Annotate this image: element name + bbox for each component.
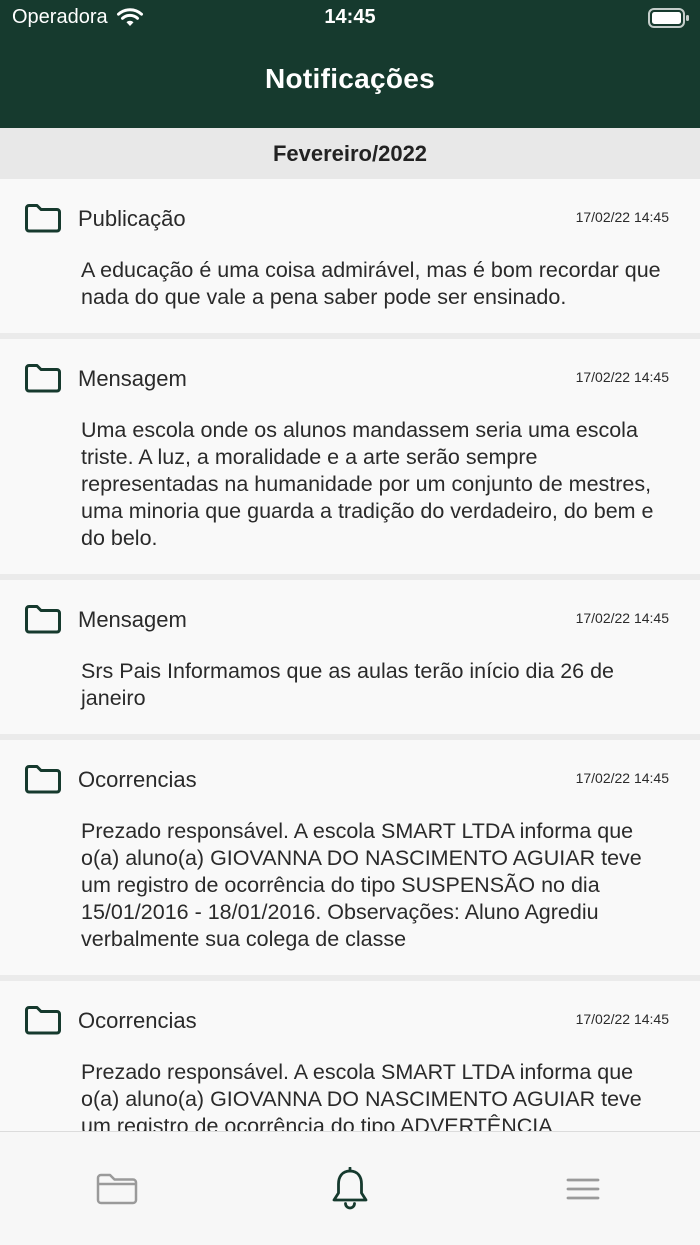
folder-icon <box>25 605 61 634</box>
notification-card[interactable]: Ocorrencias 17/02/22 14:45 Prezado respo… <box>0 740 700 975</box>
folder-icon <box>25 364 61 393</box>
folder-icon <box>25 204 61 233</box>
folder-icon <box>96 1173 138 1205</box>
notification-date: 17/02/22 14:45 <box>575 209 669 225</box>
tab-menu[interactable] <box>553 1164 613 1214</box>
notification-date: 17/02/22 14:45 <box>575 1011 669 1027</box>
notification-card[interactable]: Mensagem 17/02/22 14:45 Srs Pais Informa… <box>0 580 700 734</box>
notification-text: Prezado responsável. A escola SMART LTDA… <box>81 1060 642 1131</box>
notification-date: 17/02/22 14:45 <box>575 770 669 786</box>
notification-card[interactable]: Publicação 17/02/22 14:45 A educação é u… <box>0 179 700 333</box>
menu-icon <box>566 1178 600 1200</box>
page-title: Notificações <box>264 63 436 94</box>
notification-date: 17/02/22 14:45 <box>575 369 669 385</box>
folder-icon <box>25 765 61 794</box>
tab-documents[interactable] <box>87 1164 147 1214</box>
notification-text: A educação é uma coisa admirável, mas é … <box>81 258 661 309</box>
month-section-header: Fevereiro/2022 <box>0 128 700 179</box>
status-time: 14:45 <box>324 6 376 28</box>
tab-notifications[interactable] <box>320 1164 380 1214</box>
battery-icon <box>648 8 690 33</box>
bell-icon <box>332 1167 368 1210</box>
app-header: Operadora 14:45 Notificações <box>0 0 700 128</box>
folder-icon <box>25 1006 61 1035</box>
notification-date: 17/02/22 14:45 <box>575 610 669 626</box>
notification-card[interactable]: Mensagem 17/02/22 14:45 Uma escola onde … <box>0 339 700 574</box>
tab-bar <box>0 1131 700 1245</box>
notification-text: Srs Pais Informamos que as aulas terão i… <box>81 659 615 710</box>
notification-text: Prezado responsável. A escola SMART LTDA… <box>81 819 642 951</box>
notification-card[interactable]: Ocorrencias 17/02/22 14:45 Prezado respo… <box>0 981 700 1131</box>
notification-list[interactable]: Publicação 17/02/22 14:45 A educação é u… <box>0 179 700 1131</box>
notification-text: Uma escola onde os alunos mandassem seri… <box>81 418 654 550</box>
